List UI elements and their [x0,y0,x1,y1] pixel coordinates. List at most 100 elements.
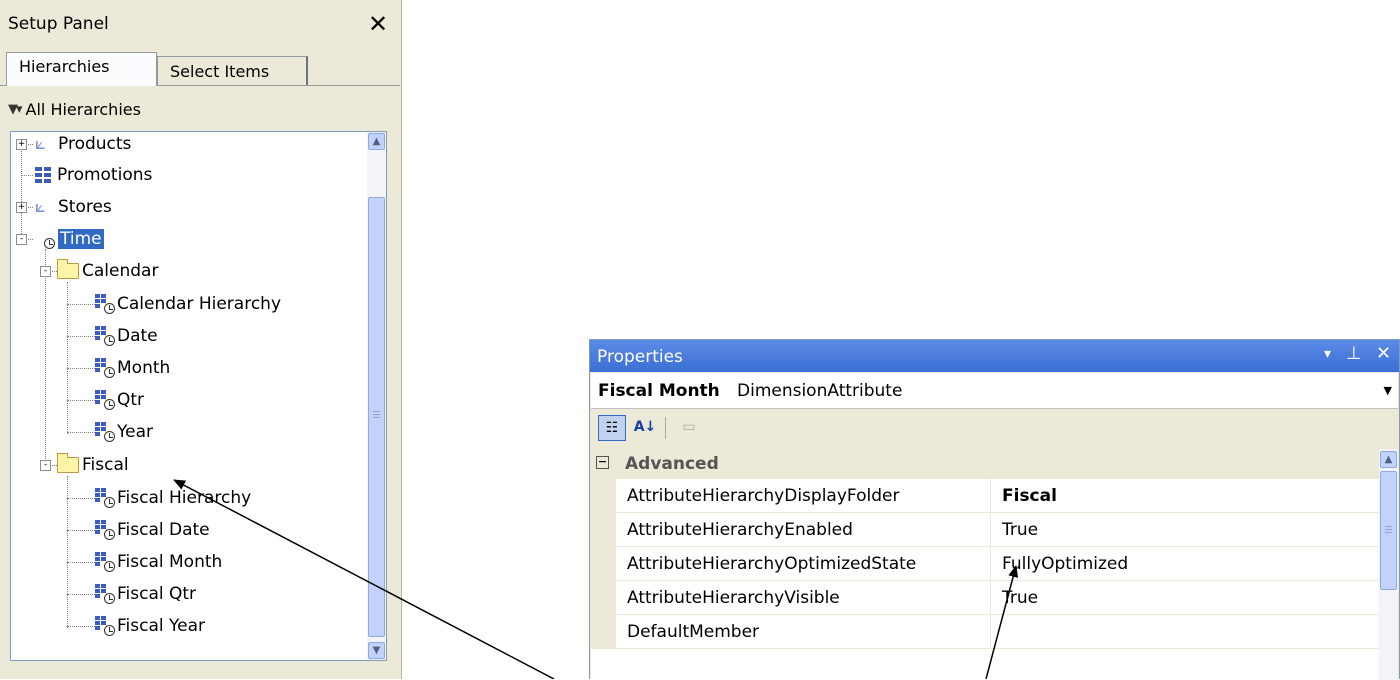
tree-item-date[interactable]: Date [95,324,158,348]
property-row[interactable]: AttributeHierarchyEnabled True [591,513,1379,547]
property-value[interactable]: True [1002,588,1038,608]
tree-item-label: Calendar Hierarchy [117,294,282,314]
chevron-down-icon[interactable]: ▼ [1384,384,1392,397]
tree-line [67,498,95,499]
hierarchy-filter[interactable]: ▼▾ All Hierarchies [8,100,141,119]
folder-icon [57,453,79,473]
hierarchy-icon: ⟀ [35,133,46,154]
property-name: DefaultMember [627,622,760,642]
collapse-icon[interactable]: - [40,460,51,471]
tree-line [67,594,95,595]
tree-item-stores[interactable]: ⟀ Stores [35,195,112,219]
tree-item-label: Fiscal Year [117,616,206,636]
tree-item-label: Year [117,422,153,442]
tree-item-calendar-folder[interactable]: Calendar [57,259,158,283]
tree-item-label: Fiscal Hierarchy [117,488,252,508]
tree-item-promotions[interactable]: Promotions [35,163,152,187]
property-value[interactable]: Fiscal [1002,486,1057,506]
time-attribute-icon [95,584,115,604]
category-row-advanced[interactable]: − Advanced [591,449,1379,479]
tree-line [67,304,95,305]
pin-icon[interactable]: ⊥ [1346,343,1362,364]
tab-hierarchies[interactable]: Hierarchies [6,52,157,86]
property-value[interactable]: True [1002,520,1038,540]
setup-panel-title: Setup Panel [8,14,109,34]
tree-item-fiscal-hierarchy[interactable]: Fiscal Hierarchy [95,486,251,510]
tree-item-label: Time [58,229,104,249]
close-icon[interactable]: ✕ [368,9,388,39]
scroll-up-icon[interactable]: ▲ [368,133,385,150]
tree-item-qtr[interactable]: Qtr [95,388,144,412]
tree-item-label: Stores [58,197,112,217]
tree-line [67,562,95,563]
time-attribute-icon [95,552,115,572]
property-name: AttributeHierarchyOptimizedState [627,554,917,574]
time-attribute-icon [95,358,115,378]
time-attribute-icon [95,616,115,636]
tree-item-fiscal-date[interactable]: Fiscal Date [95,518,210,542]
collapse-icon[interactable]: − [596,456,609,469]
tree-item-label: Fiscal Month [117,552,223,572]
alphabetical-sort-icon[interactable]: A↓ [631,415,659,441]
object-name: Fiscal Month [598,381,720,401]
tree-item-month[interactable]: Month [95,356,170,380]
object-type: DimensionAttribute [737,381,903,401]
filter-label: All Hierarchies [25,100,141,119]
collapse-icon[interactable]: - [40,266,51,277]
time-attribute-icon [95,422,115,442]
tree-item-fiscal-year[interactable]: Fiscal Year [95,614,205,638]
property-row[interactable]: AttributeHierarchyDisplayFolder Fiscal [591,479,1379,513]
scrollbar-thumb[interactable] [1380,471,1397,590]
property-name: AttributeHierarchyVisible [627,588,840,608]
category-label: Advanced [625,454,719,474]
tree-item-fiscal-folder[interactable]: Fiscal [57,453,129,477]
tree-line [67,530,95,531]
tree-item-fiscal-month[interactable]: Fiscal Month [95,550,222,574]
grid-icon [35,167,51,183]
tab-select-items[interactable]: Select Items [157,56,308,85]
categorized-icon[interactable]: ☷ [598,415,626,441]
property-row[interactable]: DefaultMember [591,615,1379,649]
tree-item-label: Products [58,134,132,154]
close-icon[interactable]: ✕ [1376,343,1391,364]
properties-title-bar: Properties ▾ ⊥ ✕ [590,340,1399,372]
clock-icon [44,238,55,249]
tree-item-label: Qtr [117,390,145,410]
tree-line [21,175,33,176]
tree-item-fiscal-qtr[interactable]: Fiscal Qtr [95,582,196,606]
expand-icon[interactable]: + [16,202,27,213]
tree-item-label: Fiscal [82,455,129,475]
property-grid-scrollbar[interactable]: ▲ [1379,449,1398,680]
tree-line [67,432,95,433]
scroll-up-icon[interactable]: ▲ [1380,451,1397,468]
tree-scrollbar[interactable]: ▲ ▼ [367,132,386,660]
tree-item-products[interactable]: ⟀ Products [35,132,131,156]
scrollbar-thumb[interactable] [368,197,385,637]
tree-line [67,336,95,337]
tree-item-label: Month [117,358,171,378]
tree-item-label: Calendar [82,261,159,281]
properties-panel: Properties ▾ ⊥ ✕ Fiscal Month DimensionA… [589,339,1400,680]
property-value[interactable]: FullyOptimized [1002,554,1128,574]
tree-item-label: Promotions [57,165,153,185]
property-row[interactable]: AttributeHierarchyOptimizedState FullyOp… [591,547,1379,581]
time-dimension-icon [35,229,55,249]
tree-item-label: Fiscal Date [117,520,210,540]
tree-item-year[interactable]: Year [95,420,153,444]
tree-item-label: Date [117,326,158,346]
object-selector[interactable]: Fiscal Month DimensionAttribute ▼ [591,373,1398,409]
expand-icon[interactable]: + [16,139,27,150]
time-attribute-icon [95,390,115,410]
dropdown-icon[interactable]: ▾ [1324,346,1331,362]
tree-item-calendar-hierarchy[interactable]: Calendar Hierarchy [95,292,281,316]
property-pages-icon[interactable]: ▭ [675,415,703,441]
folder-icon [57,259,79,279]
property-row[interactable]: AttributeHierarchyVisible True [591,581,1379,615]
filter-icon: ▼▾ [8,102,22,117]
tree-line [45,249,46,465]
time-hierarchy-icon [95,488,115,508]
tab-strip: Hierarchies Select Items [0,52,400,86]
scroll-down-icon[interactable]: ▼ [368,642,385,659]
collapse-icon[interactable]: - [16,234,27,245]
tree-item-time[interactable]: Time [35,227,104,251]
